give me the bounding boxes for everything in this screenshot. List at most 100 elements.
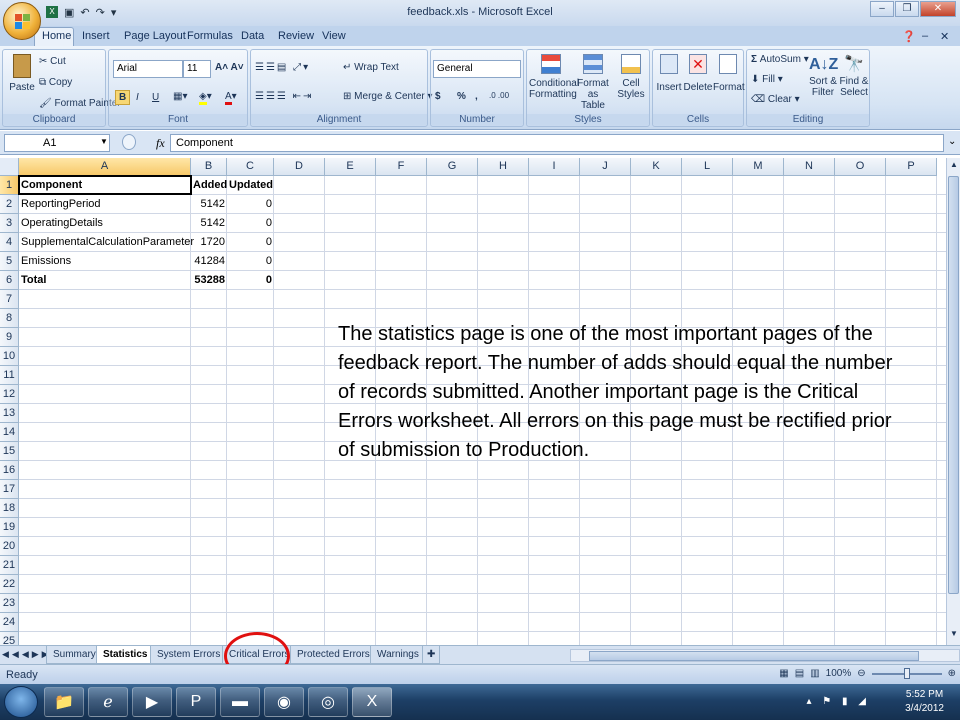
formula-input[interactable]: Component [170, 134, 944, 152]
column-header[interactable]: K [631, 158, 682, 176]
vertical-scrollbar[interactable]: ▲ ▼ [946, 158, 960, 645]
percent-button[interactable]: % [457, 91, 466, 102]
sheet-tab-summary[interactable]: Summary [46, 646, 103, 664]
powerpoint-icon[interactable]: P [176, 687, 216, 717]
copy-button[interactable]: ⧉ Copy [39, 77, 72, 88]
horizontal-align-icons[interactable]: ☰☰☰ ⇤⇥ [255, 91, 313, 102]
table-cell[interactable]: OperatingDetails [19, 214, 191, 233]
total-cell[interactable]: 53288 [191, 271, 227, 290]
font-name-combo[interactable]: Arial [113, 60, 183, 78]
command-prompt-icon[interactable]: ▬ [220, 687, 260, 717]
name-box-dropdown-icon[interactable]: ▼ [100, 137, 108, 146]
row-header[interactable]: 19 [0, 518, 19, 537]
row-header[interactable]: 25 [0, 632, 19, 645]
column-header[interactable]: D [274, 158, 325, 176]
row-header[interactable]: 2 [0, 195, 19, 214]
column-header[interactable]: L [682, 158, 733, 176]
insert-function-icon[interactable]: fx [156, 136, 165, 151]
tab-page-layout[interactable]: Page Layout [124, 30, 186, 42]
table-cell[interactable]: 41284 [191, 252, 227, 271]
row-header[interactable]: 6 [0, 271, 19, 290]
media-player-icon[interactable]: ▶ [132, 687, 172, 717]
row-header[interactable]: 15 [0, 442, 19, 461]
fill-color-icon[interactable]: ◈▾ [199, 91, 212, 105]
zoom-slider[interactable] [871, 667, 942, 679]
row-header[interactable]: 17 [0, 480, 19, 499]
find-select-button[interactable]: 🔭 Find & Select [839, 54, 869, 98]
column-header[interactable]: A [19, 158, 191, 176]
column-header[interactable]: M [733, 158, 784, 176]
sheet-tab-protected-errors[interactable]: Protected Errors [290, 646, 377, 664]
table-cell[interactable]: 5142 [191, 195, 227, 214]
font-color-icon[interactable]: A▾ [225, 91, 237, 105]
zoom-in-icon[interactable]: ⊕ [948, 668, 956, 679]
column-header[interactable]: N [784, 158, 835, 176]
clear-button[interactable]: ⌫ Clear ▾ [751, 94, 800, 105]
column-header[interactable]: E [325, 158, 376, 176]
sheet-tab-statistics[interactable]: Statistics [96, 646, 155, 664]
row-header[interactable]: 5 [0, 252, 19, 271]
sheet-tab-warnings[interactable]: Warnings [370, 646, 426, 664]
explorer-icon[interactable]: 📁 [44, 687, 84, 717]
comma-button[interactable]: , [475, 91, 478, 102]
header-cell[interactable]: Added [191, 176, 227, 195]
wrap-text-button[interactable]: ↵ Wrap Text [343, 62, 399, 73]
horizontal-scroll-thumb[interactable] [589, 651, 919, 661]
total-cell[interactable]: Total [19, 271, 191, 290]
ribbon-minimize-icon[interactable]: – [922, 30, 928, 42]
insert-sheet-icon[interactable]: ✚ [422, 646, 441, 664]
row-header[interactable]: 3 [0, 214, 19, 233]
system-tray-icons[interactable]: ▴ ⚑ ▮ ◢ [806, 696, 870, 707]
table-cell[interactable]: ReportingPeriod [19, 195, 191, 214]
paste-button[interactable]: Paste [7, 54, 37, 93]
format-cells-button[interactable]: Format [713, 54, 745, 93]
close-button[interactable]: ✕ [920, 1, 956, 17]
tab-view[interactable]: View [322, 30, 346, 42]
header-cell[interactable]: Updated [227, 176, 274, 195]
insert-cells-button[interactable]: Insert [655, 54, 683, 93]
merge-center-button[interactable]: ⊞ Merge & Center ▾ [343, 91, 433, 102]
scroll-down-icon[interactable]: ▼ [948, 629, 960, 643]
italic-button[interactable]: I [133, 91, 142, 104]
tab-insert[interactable]: Insert [82, 30, 110, 42]
expand-formula-bar-icon[interactable]: ⌄ [948, 136, 956, 147]
cell-styles-button[interactable]: Cell Styles [615, 54, 647, 100]
row-header[interactable]: 22 [0, 575, 19, 594]
column-header[interactable]: C [227, 158, 274, 176]
row-header[interactable]: 8 [0, 309, 19, 328]
sort-filter-button[interactable]: A↓Z Sort & Filter [809, 54, 838, 98]
conditional-formatting-button[interactable]: Conditional Formatting [529, 54, 579, 100]
row-header[interactable]: 24 [0, 613, 19, 632]
row-header[interactable]: 13 [0, 404, 19, 423]
table-cell[interactable]: 1720 [191, 233, 227, 252]
scroll-up-icon[interactable]: ▲ [948, 160, 960, 174]
maximize-button[interactable]: ❐ [895, 1, 919, 17]
help-icon[interactable]: ❓ [902, 30, 916, 43]
table-cell[interactable]: 0 [227, 233, 274, 252]
column-header[interactable]: I [529, 158, 580, 176]
minimize-button[interactable]: – [870, 1, 894, 17]
bold-button[interactable]: B [115, 90, 131, 105]
format-as-table-button[interactable]: Format as Table [575, 54, 611, 111]
cut-button[interactable]: ✂ Cut [39, 56, 66, 67]
normal-view-icon[interactable]: ▦ [779, 668, 788, 679]
row-header[interactable]: 11 [0, 366, 19, 385]
ribbon-close-icon[interactable]: ✕ [940, 30, 949, 43]
horizontal-scrollbar[interactable] [570, 649, 960, 662]
row-header[interactable]: 18 [0, 499, 19, 518]
column-header[interactable]: F [376, 158, 427, 176]
row-header[interactable]: 10 [0, 347, 19, 366]
start-button[interactable] [4, 686, 38, 718]
table-cell[interactable]: Emissions [19, 252, 191, 271]
underline-button[interactable]: U [149, 91, 162, 104]
row-header[interactable]: 14 [0, 423, 19, 442]
table-cell[interactable]: SupplementalCalculationParameter [19, 233, 194, 252]
tab-home[interactable]: Home [42, 30, 71, 42]
row-header[interactable]: 16 [0, 461, 19, 480]
office-button[interactable] [3, 2, 41, 40]
font-size-combo[interactable]: 11 [183, 60, 211, 78]
page-layout-view-icon[interactable]: ▤ [795, 668, 804, 679]
delete-cells-button[interactable]: ✕ Delete [683, 54, 713, 93]
excel-taskbar-icon[interactable]: X [352, 687, 392, 717]
column-header[interactable]: P [886, 158, 937, 176]
